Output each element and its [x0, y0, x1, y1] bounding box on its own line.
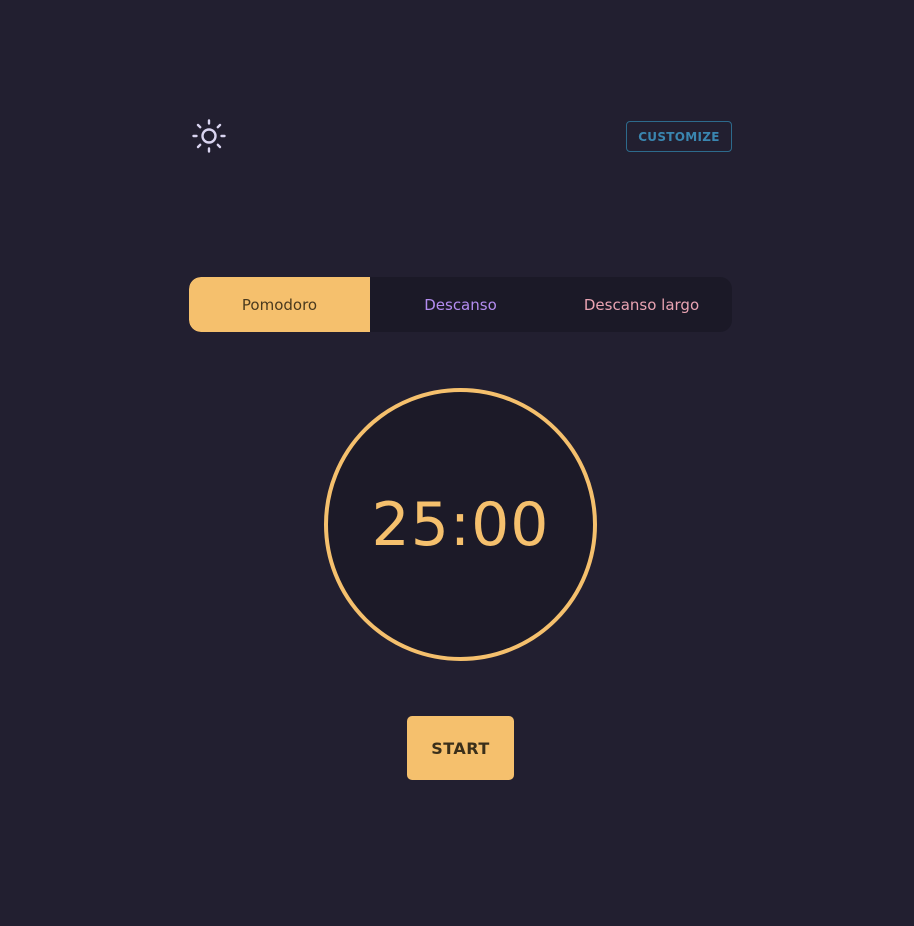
theme-toggle-button[interactable] — [191, 118, 227, 154]
tab-descanso-largo[interactable]: Descanso largo — [551, 277, 732, 332]
timer-display: 25:00 — [371, 489, 550, 560]
tab-pomodoro[interactable]: Pomodoro — [189, 277, 370, 332]
timer-ring: 25:00 — [324, 388, 597, 661]
customize-button[interactable]: CUSTOMIZE — [626, 121, 732, 152]
start-button[interactable]: START — [407, 716, 514, 780]
sun-icon — [192, 119, 226, 153]
tab-descanso[interactable]: Descanso — [370, 277, 551, 332]
pomodoro-app: CUSTOMIZE Pomodoro Descanso Descanso lar… — [0, 0, 914, 926]
mode-tabs: Pomodoro Descanso Descanso largo — [189, 277, 732, 332]
